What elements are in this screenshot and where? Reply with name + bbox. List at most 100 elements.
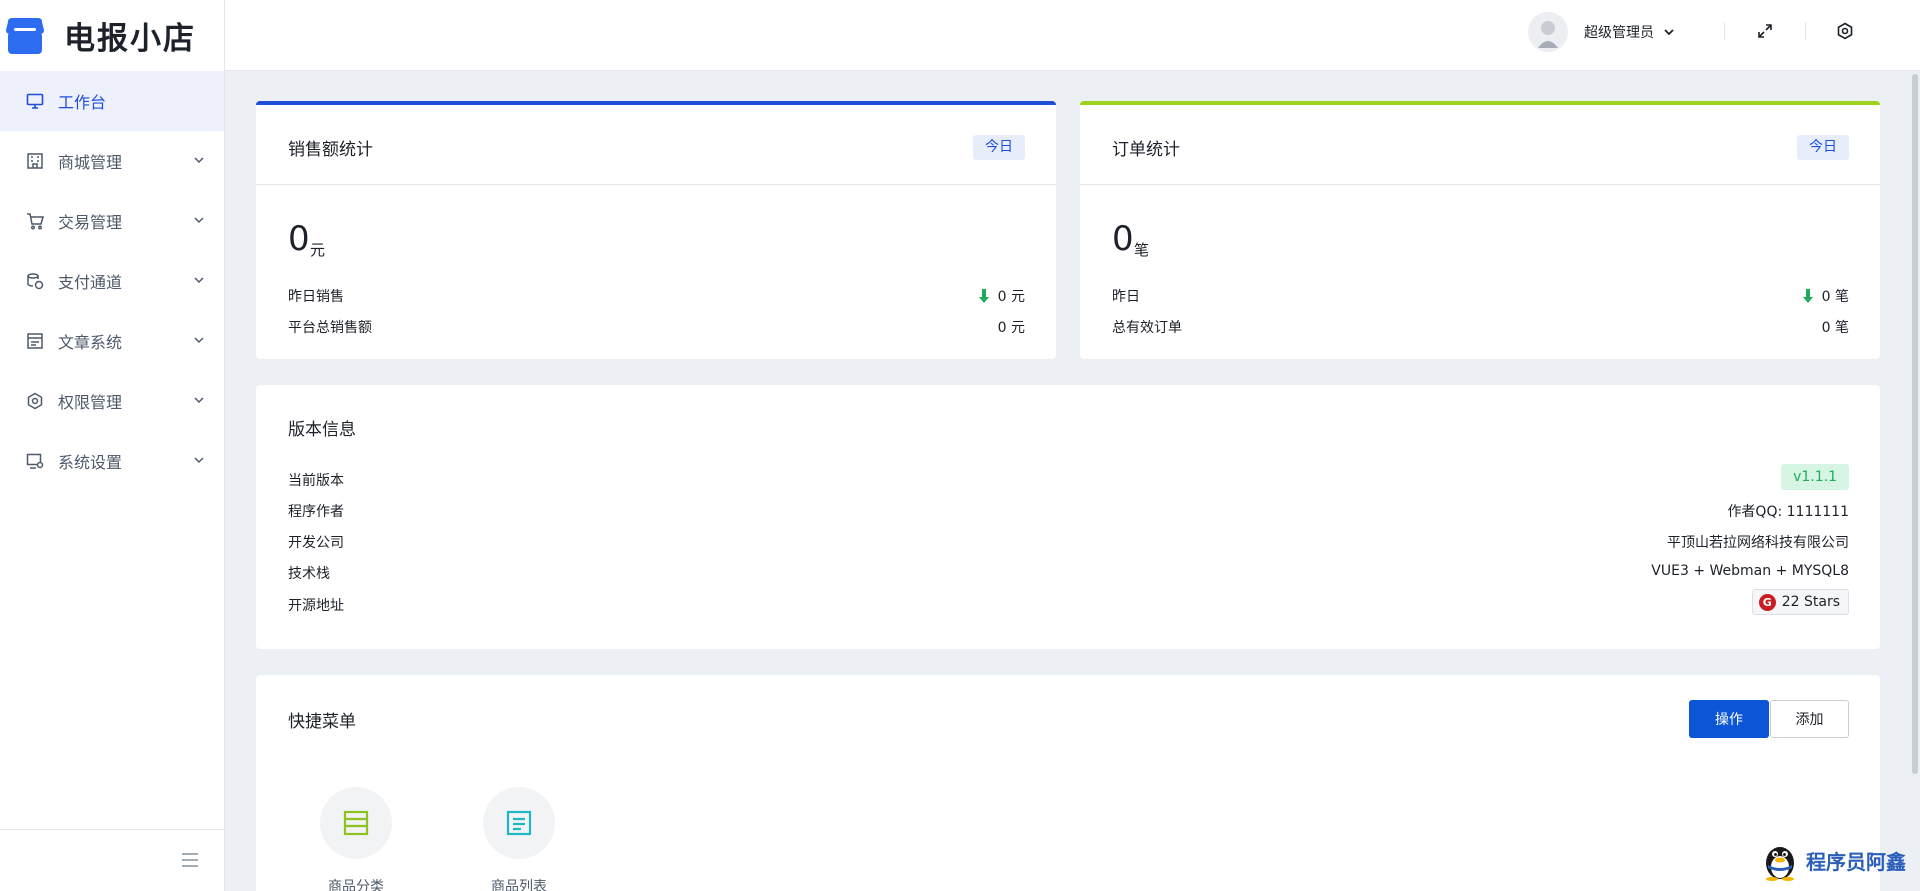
fullscreen-icon[interactable] bbox=[1754, 20, 1776, 42]
card-header: 销售额统计 今日 bbox=[256, 105, 1056, 185]
chevron-down-icon bbox=[194, 397, 204, 404]
header-divider bbox=[1805, 22, 1806, 40]
sidebar-item-label: 工作台 bbox=[58, 93, 107, 112]
logo-text: 电报小店 bbox=[64, 21, 196, 57]
row-label: 程序作者 bbox=[288, 504, 344, 520]
list-icon bbox=[483, 787, 555, 859]
version-info-card: 版本信息 当前版本 v1.1.1 程序作者 作者QQ: 1111111 开发公司… bbox=[256, 385, 1880, 649]
orders-stat-card: 订单统计 今日 0 笔 昨日 0 笔 总有效订单 0 笔 bbox=[1080, 101, 1880, 359]
orders-unit: 笔 bbox=[1134, 241, 1150, 259]
repo-row: 开源地址 G 22 Stars bbox=[288, 589, 1849, 615]
sidebar-item-permissions[interactable]: 权限管理 bbox=[0, 371, 224, 431]
chevron-down-icon bbox=[194, 157, 204, 164]
sidebar-item-label: 系统设置 bbox=[58, 453, 123, 472]
yesterday-sales-value: 0 元 bbox=[978, 286, 1025, 306]
yesterday-sales-label: 昨日销售 bbox=[288, 289, 344, 305]
row-value: VUE3 + Webman + MYSQL8 bbox=[1651, 563, 1849, 579]
menu-fold-icon bbox=[182, 853, 198, 867]
company-row: 开发公司 平顶山若拉网络科技有限公司 bbox=[288, 532, 1849, 552]
header-divider bbox=[1724, 22, 1725, 40]
coins-icon bbox=[26, 272, 44, 290]
quick-item-label: 商品列表 bbox=[491, 879, 547, 891]
stars-count: 22 Stars bbox=[1781, 594, 1840, 610]
gitee-icon: G bbox=[1758, 593, 1776, 611]
operate-button[interactable]: 操作 bbox=[1689, 700, 1769, 738]
category-icon bbox=[320, 787, 392, 859]
row-label: 技术栈 bbox=[288, 566, 330, 582]
page-scrollbar[interactable] bbox=[1912, 74, 1918, 774]
total-orders-label: 总有效订单 bbox=[1112, 320, 1182, 336]
building-icon bbox=[26, 152, 44, 170]
chevron-down-icon bbox=[194, 337, 204, 344]
arrow-down-icon bbox=[1802, 289, 1813, 303]
top-header: 超级管理员 bbox=[225, 0, 1920, 71]
monitor-icon bbox=[26, 92, 44, 110]
sales-unit: 元 bbox=[310, 241, 326, 259]
chevron-down-icon bbox=[1664, 29, 1674, 36]
sidebar-item-system-settings[interactable]: 系统设置 bbox=[0, 431, 224, 491]
author-row: 程序作者 作者QQ: 1111111 bbox=[288, 501, 1849, 521]
sidebar-item-label: 商城管理 bbox=[58, 153, 123, 172]
sidebar-item-label: 文章系统 bbox=[58, 333, 123, 352]
watermark: 程序员阿鑫 bbox=[1760, 838, 1906, 882]
avatar bbox=[1528, 12, 1568, 52]
sidebar-item-label: 支付通道 bbox=[58, 273, 123, 292]
add-button[interactable]: 添加 bbox=[1770, 700, 1849, 738]
user-name: 超级管理员 bbox=[1584, 25, 1654, 41]
row-value: 平顶山若拉网络科技有限公司 bbox=[1667, 535, 1849, 551]
period-tag: 今日 bbox=[1797, 135, 1849, 160]
value-text: 0 元 bbox=[997, 289, 1025, 305]
arrow-down-icon bbox=[978, 289, 989, 303]
tech-stack-row: 技术栈 VUE3 + Webman + MYSQL8 bbox=[288, 563, 1849, 583]
cart-icon bbox=[26, 212, 44, 230]
chevron-down-icon bbox=[194, 457, 204, 464]
user-menu[interactable]: 超级管理员 bbox=[1528, 12, 1676, 52]
sidebar: 电报小店 工作台 商城管理 交易管理 支付通道 文章系统 权限管理 系统设置 bbox=[0, 0, 225, 891]
sidebar-item-label: 权限管理 bbox=[58, 393, 123, 412]
card-title: 版本信息 bbox=[288, 420, 356, 440]
screen-settings-icon bbox=[26, 452, 44, 470]
sidebar-item-trade[interactable]: 交易管理 bbox=[0, 191, 224, 251]
total-orders-value: 0 笔 bbox=[1821, 320, 1849, 336]
card-header: 订单统计 今日 bbox=[1080, 105, 1880, 185]
sidebar-menu: 工作台 商城管理 交易管理 支付通道 文章系统 权限管理 系统设置 bbox=[0, 71, 224, 491]
yesterday-orders-label: 昨日 bbox=[1112, 289, 1140, 305]
chevron-down-icon bbox=[194, 217, 204, 224]
penguin-icon bbox=[1760, 839, 1800, 881]
watermark-text: 程序员阿鑫 bbox=[1806, 849, 1906, 874]
row-label: 开源地址 bbox=[288, 598, 344, 614]
card-title: 快捷菜单 bbox=[288, 712, 356, 732]
version-badge: v1.1.1 bbox=[1781, 464, 1849, 490]
yesterday-orders-value: 0 笔 bbox=[1802, 286, 1849, 306]
sidebar-collapse-button[interactable] bbox=[0, 829, 225, 891]
chevron-down-icon bbox=[194, 277, 204, 284]
row-label: 当前版本 bbox=[288, 473, 344, 489]
card-title: 订单统计 bbox=[1112, 140, 1180, 160]
gear-icon bbox=[26, 392, 44, 410]
logo[interactable]: 电报小店 bbox=[0, 0, 224, 71]
sidebar-item-payment[interactable]: 支付通道 bbox=[0, 251, 224, 311]
settings-icon[interactable] bbox=[1834, 20, 1856, 42]
quick-menu-card: 快捷菜单 操作 添加 商品分类 商品列表 bbox=[256, 675, 1880, 891]
row-value: 作者QQ: 1111111 bbox=[1727, 504, 1849, 520]
orders-value: 0 bbox=[1112, 219, 1134, 259]
sidebar-item-workbench[interactable]: 工作台 bbox=[0, 71, 224, 131]
article-icon bbox=[26, 332, 44, 350]
sales-stat-card: 销售额统计 今日 0 元 昨日销售 0 元 平台总销售额 0 元 bbox=[256, 101, 1056, 359]
sidebar-item-mall[interactable]: 商城管理 bbox=[0, 131, 224, 191]
value-text: 0 笔 bbox=[1821, 289, 1849, 305]
quick-item-label: 商品分类 bbox=[328, 879, 384, 891]
period-tag: 今日 bbox=[973, 135, 1025, 160]
row-label: 开发公司 bbox=[288, 535, 344, 551]
card-title: 销售额统计 bbox=[288, 140, 373, 160]
repo-stars-badge[interactable]: G 22 Stars bbox=[1751, 589, 1849, 615]
total-sales-value: 0 元 bbox=[997, 320, 1025, 336]
store-logo-icon bbox=[4, 16, 46, 56]
version-row: 当前版本 v1.1.1 bbox=[288, 464, 1849, 490]
sidebar-item-articles[interactable]: 文章系统 bbox=[0, 311, 224, 371]
sidebar-item-label: 交易管理 bbox=[58, 213, 123, 232]
total-sales-label: 平台总销售额 bbox=[288, 320, 372, 336]
quick-item-product-list[interactable]: 商品列表 bbox=[479, 787, 559, 891]
quick-item-category[interactable]: 商品分类 bbox=[316, 787, 396, 891]
sales-value: 0 bbox=[288, 219, 310, 259]
